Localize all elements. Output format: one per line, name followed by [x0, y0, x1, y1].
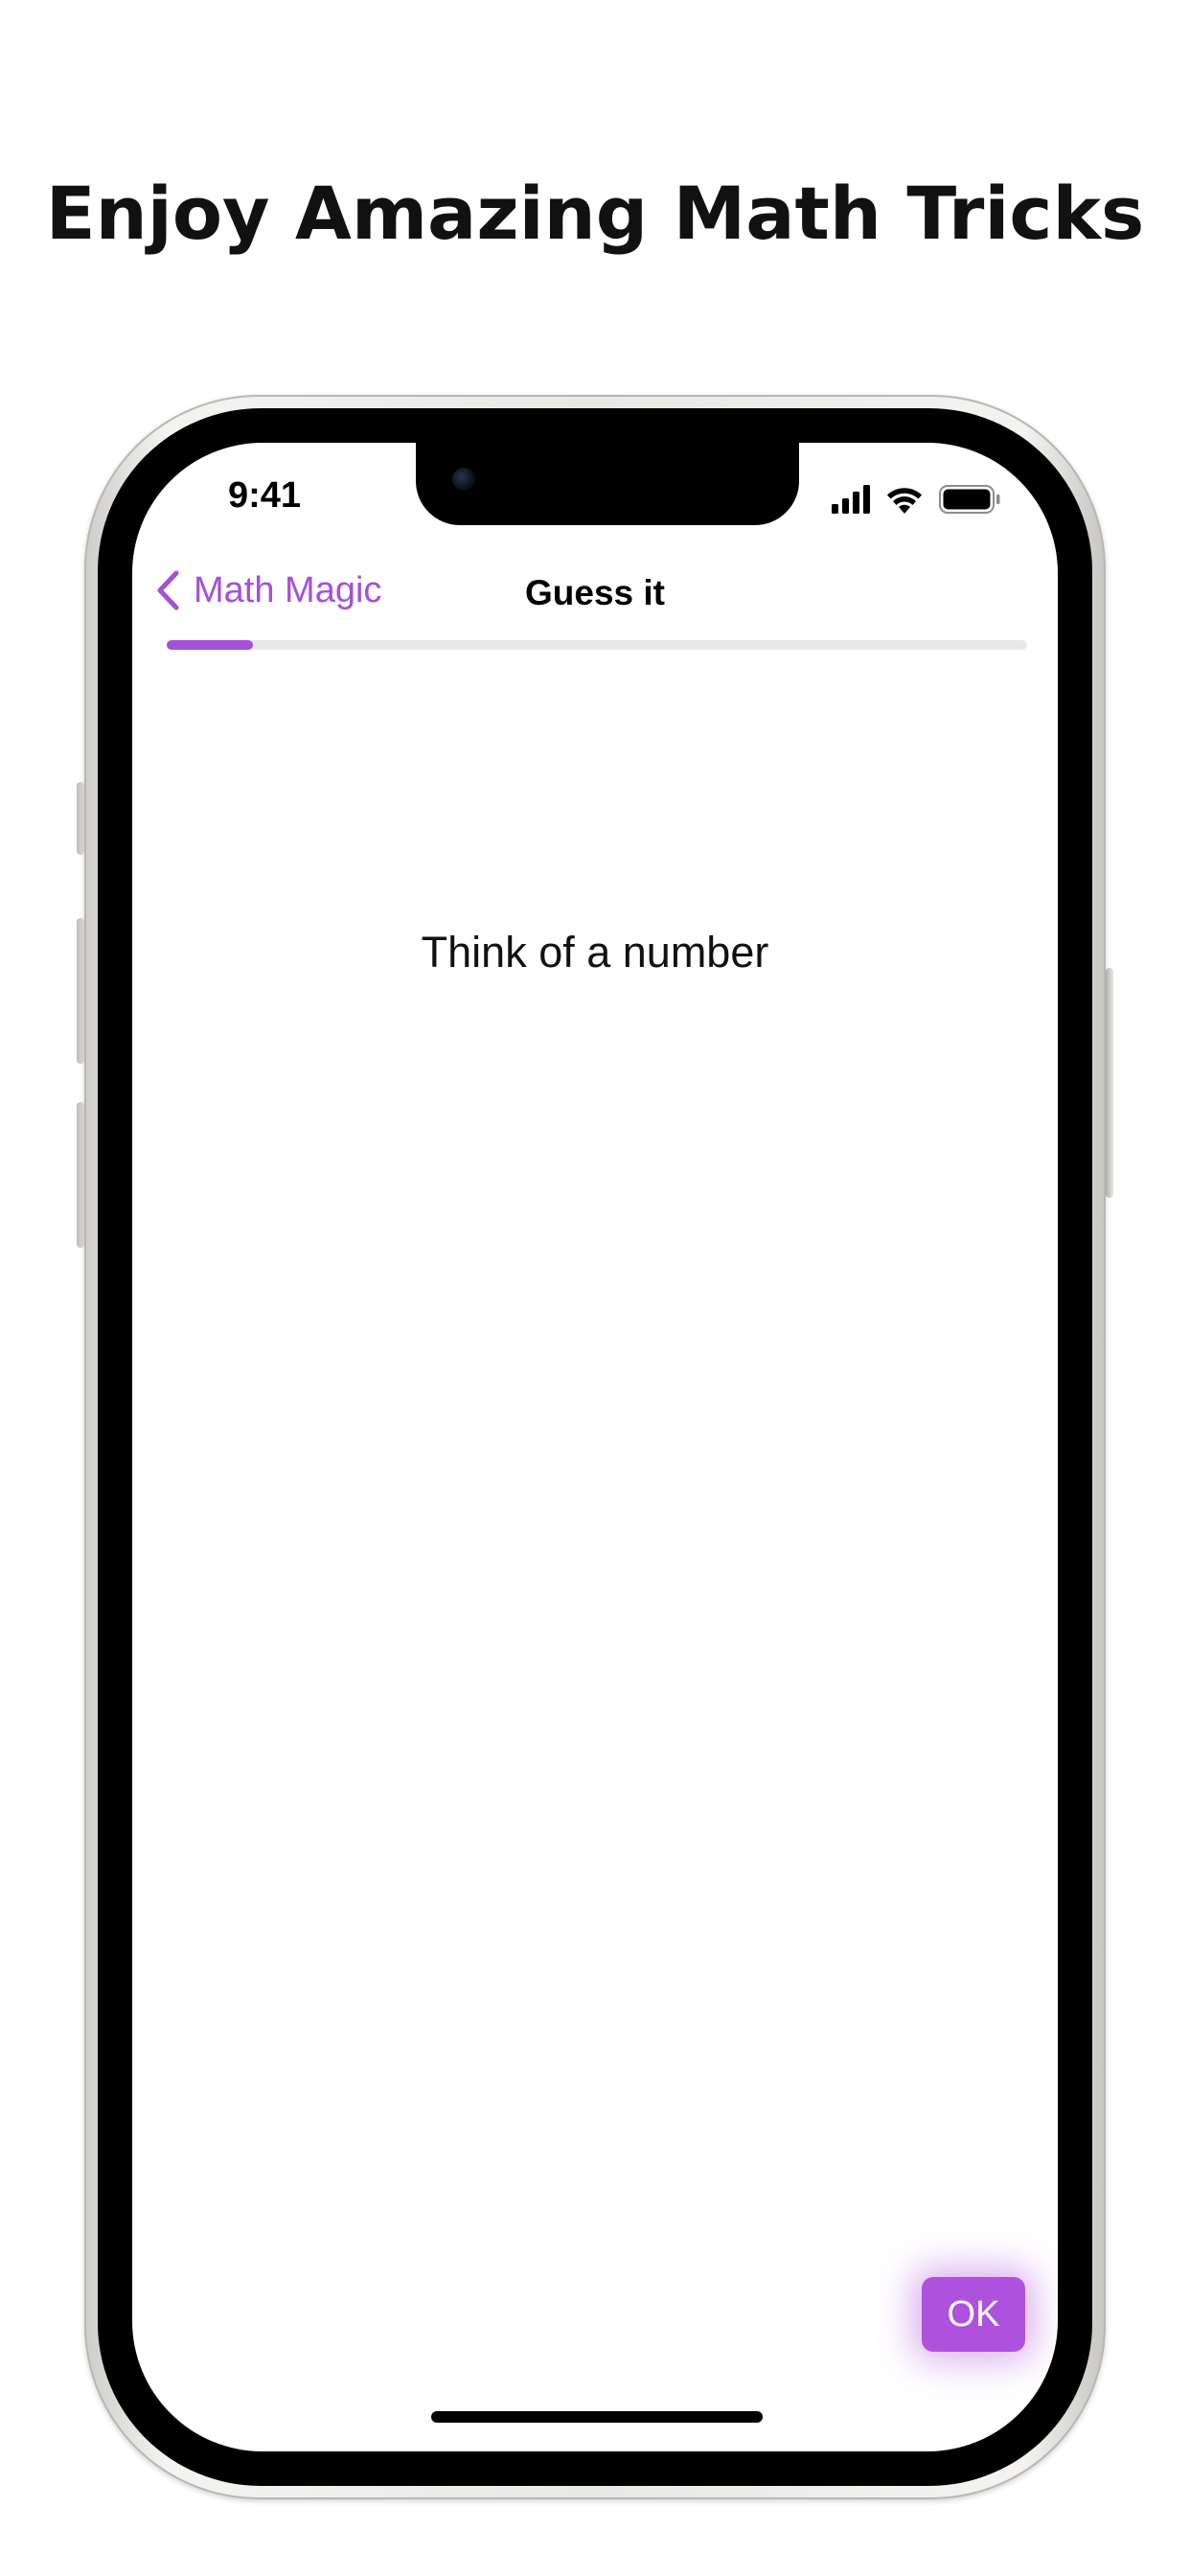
phone-frame: 9:41 Math Magic Guess it Think of a numb…	[84, 395, 1106, 2499]
progress-fill	[167, 640, 253, 650]
notch	[416, 443, 799, 525]
prompt-text: Think of a number	[421, 928, 769, 977]
marketing-page: Enjoy Amazing Math Tricks 9:41 Math Magi…	[0, 0, 1190, 2576]
battery-icon	[939, 485, 1000, 514]
ok-button[interactable]: OK	[922, 2277, 1025, 2352]
volume-up-button	[77, 918, 84, 1064]
power-button	[1106, 968, 1113, 1198]
status-icons	[832, 485, 1000, 514]
wifi-icon	[887, 488, 922, 514]
status-time: 9:41	[228, 475, 302, 516]
front-camera-icon	[452, 468, 475, 491]
silent-switch	[77, 782, 84, 855]
volume-down-button	[77, 1102, 84, 1248]
nav-title: Guess it	[525, 573, 665, 612]
app-screen: 9:41 Math Magic Guess it Think of a numb…	[132, 443, 1058, 2451]
marketing-headline: Enjoy Amazing Math Tricks	[45, 171, 1145, 256]
cellular-signal-icon	[832, 485, 870, 514]
home-indicator	[431, 2411, 763, 2423]
phone-bezel: 9:41 Math Magic Guess it Think of a numb…	[98, 408, 1092, 2486]
progress-bar	[167, 640, 1027, 650]
